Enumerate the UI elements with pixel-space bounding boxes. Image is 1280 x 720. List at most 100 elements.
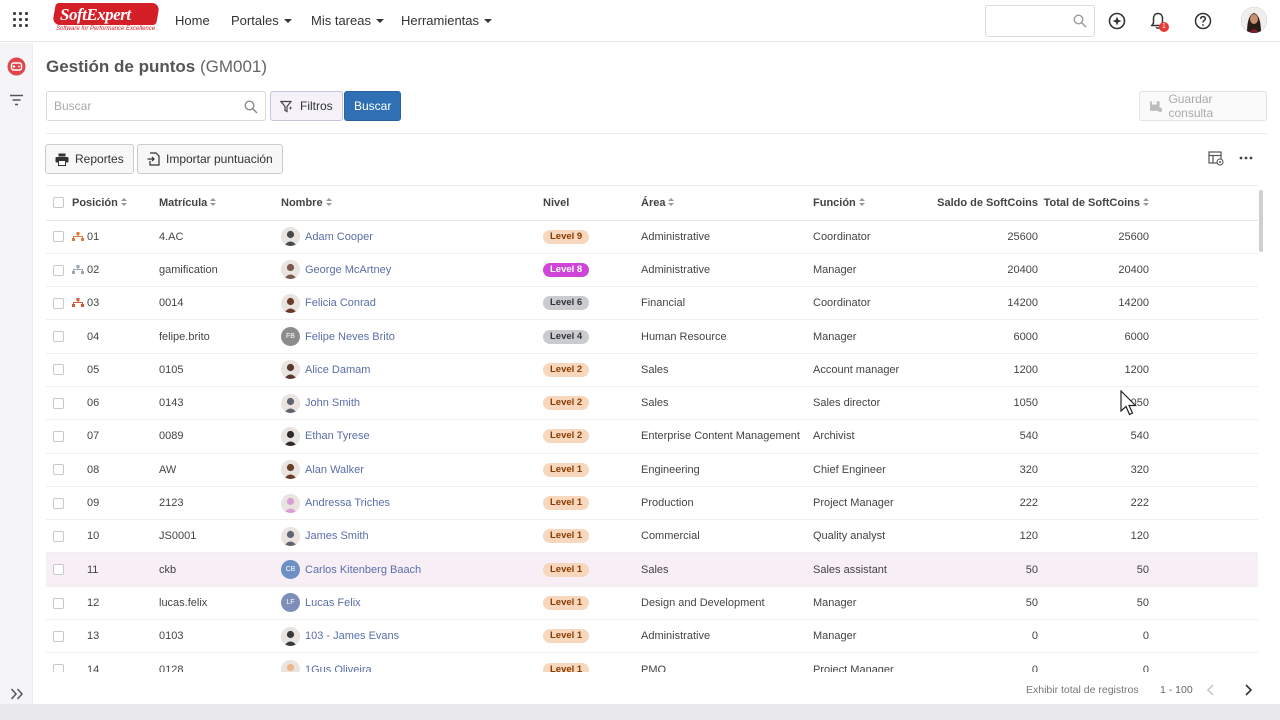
nombre-cell[interactable]: CB Carlos Kitenberg Baach <box>281 552 543 587</box>
table-row[interactable]: 14 0128 1Gus Oliveira Level 1 PMO Projec… <box>46 652 1258 673</box>
reports-button[interactable]: Reportes <box>45 144 134 174</box>
row-checkbox[interactable] <box>53 397 64 409</box>
table-row[interactable]: 12 lucas.felix LF Lucas Felix Level 1 De… <box>46 586 1258 621</box>
table-row[interactable]: 01 4.AC Adam Cooper Level 9 Administrati… <box>46 220 1258 254</box>
search-icon[interactable] <box>244 100 258 114</box>
person-name-link[interactable]: George McArtney <box>305 264 391 276</box>
table-row[interactable]: 13 0103 103 - James Evans Level 1 Admini… <box>46 619 1258 654</box>
nombre-cell[interactable]: James Smith <box>281 519 543 554</box>
global-search-input[interactable] <box>985 5 1095 37</box>
import-score-button[interactable]: Importar puntuación <box>137 144 283 174</box>
nombre-cell[interactable]: Alan Walker <box>281 453 543 487</box>
table-row[interactable]: 02 gamification George McArtney Level 8 … <box>46 253 1258 288</box>
nombre-cell[interactable]: George McArtney <box>281 253 543 288</box>
add-circle-icon[interactable] <box>1107 11 1127 31</box>
softexpert-logo[interactable]: SoftExpert Software for Performance Exce… <box>52 3 160 33</box>
chevron-right-icon[interactable] <box>1241 682 1255 698</box>
table-row[interactable]: 04 felipe.brito FB Felipe Neves Brito Le… <box>46 319 1258 354</box>
filter-list-icon[interactable] <box>9 94 24 106</box>
chevron-left-icon[interactable] <box>1204 682 1218 698</box>
row-checkbox[interactable] <box>53 264 64 276</box>
nombre-cell[interactable]: 1Gus Oliveira <box>281 652 543 673</box>
nombre-cell[interactable]: John Smith <box>281 386 543 421</box>
row-checkbox[interactable] <box>53 564 64 576</box>
nav-portales[interactable]: Portales <box>231 13 292 28</box>
search-input[interactable] <box>47 92 232 120</box>
row-checkbox[interactable] <box>53 497 64 509</box>
col-total[interactable]: Total de SoftCoins <box>1038 186 1149 221</box>
col-nombre[interactable]: Nombre <box>281 186 543 221</box>
col-matricula[interactable]: Matrícula <box>159 186 281 221</box>
nav-mis-tareas[interactable]: Mis tareas <box>311 13 384 28</box>
filters-button[interactable]: Filtros <box>270 91 343 121</box>
nombre-cell[interactable]: FB Felipe Neves Brito <box>281 319 543 354</box>
row-checkbox[interactable] <box>53 231 64 243</box>
area-cell: Sales <box>641 552 813 587</box>
vertical-scrollbar[interactable] <box>1259 190 1263 252</box>
table-row[interactable]: 11 ckb CB Carlos Kitenberg Baach Level 1… <box>46 552 1258 587</box>
nivel-cell: Level 2 <box>543 353 641 387</box>
row-checkbox[interactable] <box>53 597 64 609</box>
printer-icon <box>55 153 69 166</box>
user-avatar[interactable] <box>1241 7 1267 33</box>
person-name-link[interactable]: Lucas Felix <box>305 597 361 609</box>
row-checkbox[interactable] <box>53 464 64 476</box>
show-total-records-link[interactable]: Exhibir total de registros <box>1026 684 1139 696</box>
nombre-cell[interactable]: Ethan Tyrese <box>281 419 543 454</box>
row-checkbox[interactable] <box>53 297 64 309</box>
table-row[interactable]: 09 2123 Andressa Triches Level 1 Product… <box>46 486 1258 521</box>
person-name-link[interactable]: James Smith <box>305 530 369 542</box>
row-checkbox[interactable] <box>53 364 64 376</box>
table-row[interactable]: 10 JS0001 James Smith Level 1 Commercial… <box>46 519 1258 554</box>
nav-home[interactable]: Home <box>175 13 210 28</box>
person-name-link[interactable]: 103 - James Evans <box>305 630 399 642</box>
col-nivel[interactable]: Nivel <box>543 186 641 221</box>
person-name-link[interactable]: Felipe Neves Brito <box>305 331 395 343</box>
person-name-link[interactable]: John Smith <box>305 397 360 409</box>
col-position[interactable]: Posición <box>72 186 159 221</box>
table-settings-icon[interactable] <box>1208 150 1224 166</box>
person-name-link[interactable]: Alice Damam <box>305 364 370 376</box>
matricula-cell: 2123 <box>159 486 281 521</box>
row-checkbox[interactable] <box>53 664 64 672</box>
table-row[interactable]: 05 0105 Alice Damam Level 2 Sales Accoun… <box>46 353 1258 387</box>
help-icon[interactable] <box>1193 11 1213 31</box>
table-row[interactable]: 08 AW Alan Walker Level 1 Engineering Ch… <box>46 453 1258 487</box>
search-button[interactable]: Buscar <box>344 91 402 121</box>
level-badge: Level 6 <box>543 296 590 311</box>
position-cell: 13 <box>72 619 159 654</box>
row-checkbox[interactable] <box>53 431 64 443</box>
apps-grid-icon[interactable] <box>13 12 29 28</box>
nombre-cell[interactable]: Andressa Triches <box>281 486 543 521</box>
col-funcion[interactable]: Función <box>813 186 923 221</box>
level-badge: Level 1 <box>543 595 590 610</box>
nivel-cell: Level 1 <box>543 453 641 487</box>
more-options-icon[interactable] <box>1238 150 1254 166</box>
person-name-link[interactable]: Alan Walker <box>305 464 364 476</box>
select-all-checkbox[interactable] <box>53 197 64 209</box>
person-name-link[interactable]: Ethan Tyrese <box>305 430 370 442</box>
save-query-button[interactable]: Guardar consulta <box>1139 91 1267 121</box>
person-name-link[interactable]: 1Gus Oliveira <box>305 664 372 673</box>
person-name-link[interactable]: Carlos Kitenberg Baach <box>305 564 421 576</box>
expand-sidebar-icon[interactable] <box>10 688 24 700</box>
table-row[interactable]: 03 0014 Felicia Conrad Level 6 Financial… <box>46 286 1258 321</box>
table-row[interactable]: 06 0143 John Smith Level 2 Sales Sales d… <box>46 386 1258 421</box>
search-field[interactable] <box>46 91 266 121</box>
col-area[interactable]: Área <box>641 186 813 221</box>
table-row[interactable]: 07 0089 Ethan Tyrese Level 2 Enterprise … <box>46 419 1258 454</box>
nombre-cell[interactable]: LF Lucas Felix <box>281 586 543 621</box>
row-checkbox[interactable] <box>53 530 64 542</box>
nombre-cell[interactable]: Adam Cooper <box>281 220 543 254</box>
gamification-module-icon[interactable] <box>7 57 26 76</box>
row-checkbox[interactable] <box>53 630 64 642</box>
row-checkbox[interactable] <box>53 331 64 343</box>
col-saldo[interactable]: Saldo de SoftCoins <box>923 186 1038 221</box>
person-name-link[interactable]: Adam Cooper <box>305 231 373 243</box>
nombre-cell[interactable]: Alice Damam <box>281 353 543 387</box>
person-name-link[interactable]: Andressa Triches <box>305 497 390 509</box>
person-name-link[interactable]: Felicia Conrad <box>305 297 376 309</box>
nav-herramientas[interactable]: Herramientas <box>401 13 493 28</box>
nombre-cell[interactable]: 103 - James Evans <box>281 619 543 654</box>
nombre-cell[interactable]: Felicia Conrad <box>281 286 543 321</box>
